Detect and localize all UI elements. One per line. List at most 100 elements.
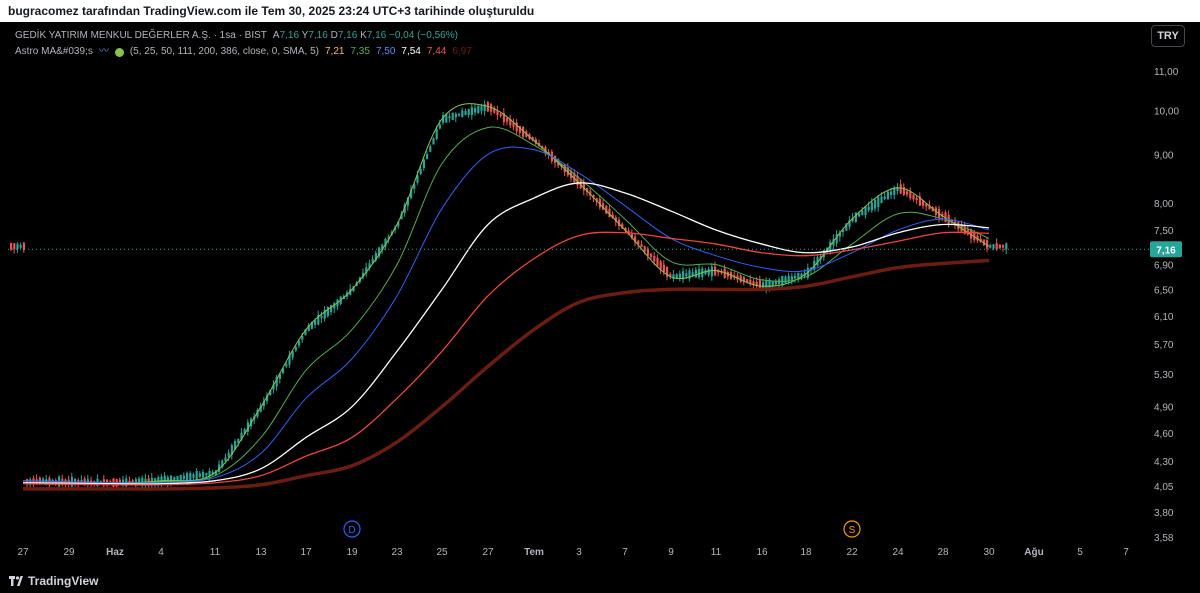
event-label: D — [348, 525, 355, 536]
candle-body — [899, 184, 902, 194]
candle-body — [854, 212, 857, 222]
y-tick-label: 4,60 — [1154, 429, 1174, 440]
candle-body — [179, 474, 182, 481]
y-tick-label: 3,58 — [1154, 533, 1174, 544]
candle-body — [915, 198, 918, 201]
candle-body — [653, 256, 656, 262]
events: DS — [343, 520, 861, 538]
y-tick-label: 11,00 — [1154, 67, 1179, 78]
footer: TradingView — [0, 568, 1200, 593]
candle-body — [678, 273, 681, 278]
caption-text: bugracomez tarafından TradingView.com il… — [8, 4, 535, 18]
x-tick-label: 19 — [346, 547, 358, 558]
ma-line-1 — [22, 103, 990, 484]
x-tick-label: 13 — [255, 547, 267, 558]
candle-body — [998, 244, 1001, 248]
y-tick-label: 10,00 — [1154, 107, 1179, 118]
price-chart[interactable]: 11,00 10,00 9,00 8,00 7,50 6,90 6,50 6,10 5,70 5,… — [0, 22, 1200, 568]
candle-body — [506, 118, 509, 122]
x-tick-label: Tem — [524, 547, 544, 558]
y-tick-label: 4,05 — [1154, 482, 1174, 493]
y-tick-label: 4,30 — [1154, 457, 1174, 468]
candle-body — [640, 244, 643, 248]
candle-body — [694, 269, 697, 278]
candle-body — [675, 274, 678, 279]
x-tick-label: 25 — [436, 547, 448, 558]
x-tick-label: 24 — [892, 547, 904, 558]
candle-body — [419, 168, 422, 175]
candle-body — [195, 470, 198, 481]
candle-body — [458, 113, 461, 116]
candle-body — [285, 364, 288, 367]
y-tick-label: 7,50 — [1154, 226, 1174, 237]
candle-body — [426, 154, 429, 159]
x-tick-label: 4 — [158, 547, 164, 558]
ma-line-2 — [22, 126, 990, 484]
candle-body — [656, 257, 659, 267]
candle-body — [870, 202, 873, 211]
candle-body — [790, 276, 793, 280]
candle-body — [432, 138, 435, 145]
candle-body — [499, 114, 502, 117]
x-tick-label: Haz — [106, 547, 124, 558]
candle-body — [464, 110, 467, 115]
candle-body — [480, 106, 483, 111]
x-tick-label: 28 — [937, 547, 949, 558]
x-tick-label: 5 — [1077, 547, 1083, 558]
candle-body — [886, 191, 889, 200]
candle-body — [467, 109, 470, 115]
candle-body — [890, 191, 893, 196]
candle-body — [298, 341, 301, 346]
candle-body — [858, 213, 861, 217]
candle-body — [992, 244, 995, 249]
candle-body — [662, 264, 665, 273]
x-tick-label: 17 — [300, 547, 312, 558]
candle-body — [650, 253, 653, 258]
x-tick-label: 23 — [391, 547, 403, 558]
candle-body — [182, 475, 185, 480]
candle-body — [707, 268, 710, 275]
candle-body — [198, 473, 201, 477]
candle-body — [477, 105, 480, 114]
y-tick-label: 4,90 — [1154, 403, 1174, 414]
candle-body — [205, 473, 208, 476]
candle-body — [227, 452, 230, 457]
candle-body — [189, 473, 192, 480]
y-tick-label: 6,10 — [1154, 312, 1174, 323]
candle-body — [16, 243, 19, 250]
ma-line-6 — [23, 258, 990, 491]
candle-body — [202, 471, 205, 478]
candle-body — [867, 206, 870, 211]
candle-body — [320, 316, 323, 319]
candle-body — [880, 196, 883, 204]
candle-body — [435, 129, 438, 139]
candle-body — [874, 199, 877, 209]
candle-body — [685, 273, 688, 277]
candle-body — [13, 243, 16, 250]
candle-body — [237, 438, 240, 443]
candle-body — [470, 107, 473, 115]
candle-body — [659, 261, 662, 270]
brand-name: TradingView — [28, 573, 99, 588]
candle-body — [451, 112, 454, 120]
tradingview-logo-icon — [9, 575, 23, 586]
candle-body — [186, 473, 189, 481]
candle-body — [176, 476, 179, 481]
candle-body — [912, 194, 915, 200]
candle-body — [326, 306, 329, 317]
candle-body — [422, 159, 425, 169]
x-tick-label: 18 — [800, 547, 812, 558]
x-tick-label: 29 — [63, 547, 75, 558]
y-tick-label: 9,00 — [1154, 150, 1174, 161]
candle-body — [224, 457, 227, 462]
candle-body — [438, 124, 441, 129]
candle-body — [192, 474, 195, 478]
candle-body — [739, 275, 742, 282]
candles — [10, 100, 1008, 491]
candle-body — [454, 113, 457, 118]
price-axis[interactable]: 11,00 10,00 9,00 8,00 7,50 6,90 6,50 6,10 5,70 5,… — [1154, 67, 1179, 544]
caption-bar: bugracomez tarafından TradingView.com il… — [0, 0, 1200, 22]
candle-body — [429, 146, 432, 152]
time-axis[interactable]: 27 29 Haz 4 11 13 17 19 23 25 27 Tem 3 7 9 11 16 18 22 24 28… — [17, 547, 1129, 558]
y-tick-label: 8,00 — [1154, 199, 1174, 210]
